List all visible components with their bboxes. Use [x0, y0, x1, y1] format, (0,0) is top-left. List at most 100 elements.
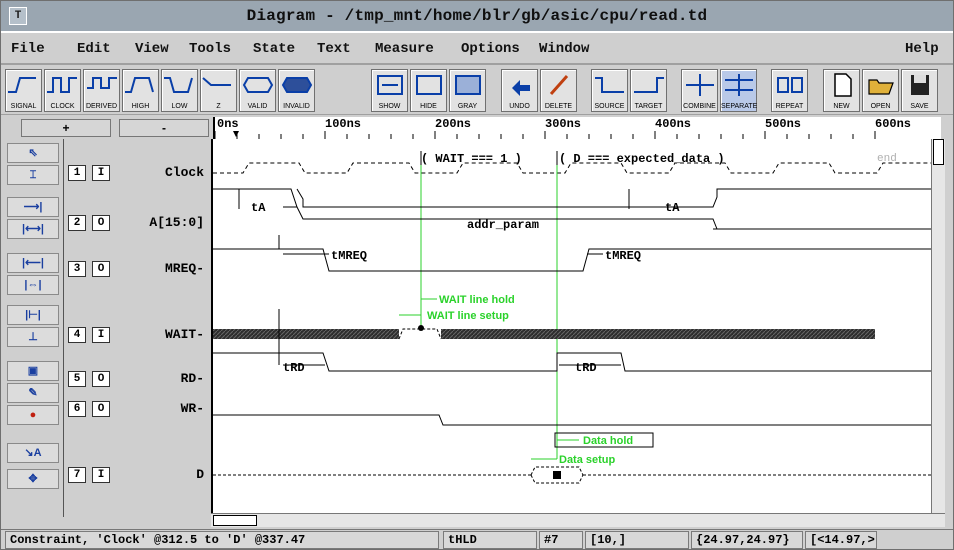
source-button[interactable]: SOURCE	[591, 69, 628, 112]
valid-icon	[242, 77, 274, 93]
mreq-waveform[interactable]	[213, 248, 933, 272]
waveform-drawing[interactable]: ( WAIT === 1 ) ( D === expected_data ) e…	[213, 139, 933, 517]
menu-edit[interactable]: Edit	[77, 41, 111, 57]
signal-direction[interactable]: O	[92, 215, 110, 231]
tmreq-label-2[interactable]: tMREQ	[605, 249, 641, 263]
invalid-button[interactable]: INVALID	[278, 69, 315, 112]
data-condition-label[interactable]: ( D === expected_data )	[559, 152, 725, 166]
data-waveform[interactable]	[213, 466, 933, 484]
valid-button[interactable]: VALID	[239, 69, 276, 112]
move-icon: ✥	[28, 473, 38, 485]
menu-window[interactable]: Window	[539, 41, 589, 57]
signal-button[interactable]: SIGNAL	[5, 69, 42, 112]
signal-direction[interactable]: I	[92, 467, 110, 483]
save-button[interactable]: SAVE	[901, 69, 938, 112]
z-button[interactable]: Z	[200, 69, 237, 112]
wait-waveform[interactable]	[213, 325, 875, 340]
menu-state[interactable]: State	[253, 41, 295, 57]
show-button[interactable]: SHOW	[371, 69, 408, 112]
low-button[interactable]: LOW	[161, 69, 198, 112]
wait-setup-label[interactable]: WAIT line setup	[427, 310, 509, 322]
pointer-tool[interactable]: ⇖	[7, 143, 59, 163]
menu-text[interactable]: Text	[317, 41, 351, 57]
horizontal-scrollbar[interactable]	[211, 513, 945, 527]
arrow-right-tool[interactable]: ⟶|	[7, 197, 59, 217]
target-button[interactable]: TARGET	[630, 69, 667, 112]
pen-tool[interactable]: ✎	[7, 383, 59, 403]
setup-icon: |⊢|	[25, 309, 41, 321]
signal-direction[interactable]: O	[92, 401, 110, 417]
address-value-label[interactable]: addr_param	[467, 218, 539, 232]
data-hold-label[interactable]: Data hold	[583, 435, 633, 447]
trd-label-1[interactable]: tRD	[283, 361, 305, 375]
move-tool[interactable]: ✥	[7, 469, 59, 489]
text-tool[interactable]: ↘A	[7, 443, 59, 463]
setup-tool[interactable]: |⊢|	[7, 305, 59, 325]
bomb-tool[interactable]: ●	[7, 405, 59, 425]
rd-waveform[interactable]	[213, 352, 933, 372]
signal-direction[interactable]: O	[92, 371, 110, 387]
signal-name: WR-	[180, 401, 204, 416]
menu-file[interactable]: File	[11, 41, 45, 57]
data-setup-label[interactable]: Data setup	[559, 454, 616, 466]
derived-button[interactable]: DERIVED	[83, 69, 120, 112]
zoom-out-button[interactable]: -	[119, 119, 209, 137]
ta-label-2[interactable]: tA	[665, 201, 680, 215]
window-menu-button[interactable]: T	[9, 7, 27, 25]
repeat-button[interactable]: REPEAT	[771, 69, 808, 112]
folder-open-icon	[868, 79, 894, 95]
extent-tool[interactable]: |⟵|	[7, 253, 59, 273]
status-bar: Constraint, 'Clock' @312.5 to 'D' @337.4…	[1, 529, 953, 549]
trd-label-2[interactable]: tRD	[575, 361, 597, 375]
timing-canvas[interactable]: ( WAIT === 1 ) ( D === expected_data ) e…	[211, 139, 933, 517]
ta-label-1[interactable]: tA	[251, 201, 266, 215]
menu-measure[interactable]: Measure	[375, 41, 434, 57]
separate-button[interactable]: SEPARATE	[720, 69, 757, 112]
vertical-scrollbar[interactable]	[931, 139, 945, 517]
signal-direction[interactable]: I	[92, 327, 110, 343]
extent-icon: |⟵|	[22, 257, 44, 269]
signal-direction[interactable]: O	[92, 261, 110, 277]
zoom-in-button[interactable]: +	[21, 119, 111, 137]
hide-button[interactable]: HIDE	[410, 69, 447, 112]
status-field-5: [<14.97,>	[805, 531, 877, 549]
ruler-cursor-icon	[233, 131, 239, 137]
z-icon	[202, 77, 231, 86]
signal-name: Clock	[164, 165, 204, 180]
range-tool[interactable]: |⟷|	[7, 219, 59, 239]
derived-icon	[87, 77, 117, 89]
address-bus-waveform[interactable]	[213, 188, 933, 230]
vertical-scroll-thumb[interactable]	[933, 139, 944, 165]
menu-help[interactable]: Help	[905, 41, 939, 57]
menu-tools[interactable]: Tools	[189, 41, 231, 57]
high-icon	[125, 77, 154, 93]
signal-direction[interactable]: I	[92, 165, 110, 181]
delete-icon	[549, 75, 569, 95]
clock-edit-tool[interactable]: ⌶	[7, 165, 59, 185]
paint-tool[interactable]: ▣	[7, 361, 59, 381]
time-ruler: 0ns 100ns 200ns 300ns 400ns 500ns 600ns	[213, 117, 941, 139]
anchor-tool[interactable]: ⊥	[7, 327, 59, 347]
repeat-icon	[777, 77, 803, 93]
signal-name: MREQ-	[164, 261, 204, 276]
menu-view[interactable]: View	[135, 41, 169, 57]
gray-button[interactable]: GRAY	[449, 69, 486, 112]
combine-button[interactable]: COMBINE	[681, 69, 718, 112]
high-button[interactable]: HIGH	[122, 69, 159, 112]
menu-options[interactable]: Options	[461, 41, 520, 57]
undo-button[interactable]: UNDO	[501, 69, 538, 112]
new-button[interactable]: NEW	[823, 69, 860, 112]
show-icon	[377, 75, 403, 95]
wr-waveform[interactable]	[213, 414, 933, 426]
clock-button[interactable]: CLOCK	[44, 69, 81, 112]
tmreq-label-1[interactable]: tMREQ	[331, 249, 367, 263]
wait-condition-label[interactable]: ( WAIT === 1 )	[421, 152, 522, 166]
clock-edit-icon: ⌶	[29, 169, 37, 181]
signal-icon	[8, 77, 36, 93]
bidirect-tool[interactable]: |⇔|	[7, 275, 59, 295]
delete-button[interactable]: DELETE	[540, 69, 577, 112]
signal-name: WAIT-	[164, 327, 204, 342]
open-button[interactable]: OPEN	[862, 69, 899, 112]
wait-hold-label[interactable]: WAIT line hold	[439, 294, 515, 306]
horizontal-scroll-thumb[interactable]	[213, 515, 257, 526]
